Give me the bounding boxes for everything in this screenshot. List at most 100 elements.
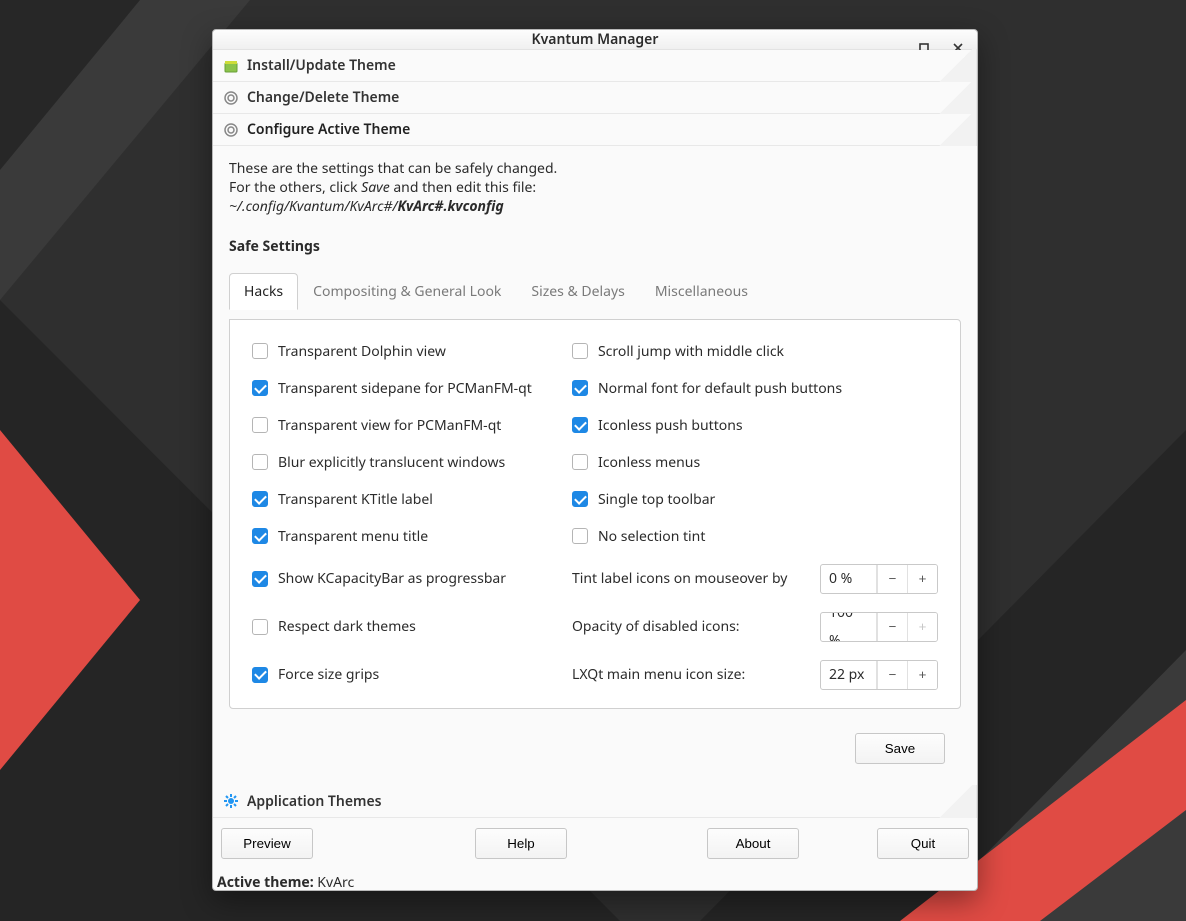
section-label: Install/Update Theme (247, 56, 396, 75)
spinbox-value[interactable]: 22 px (821, 661, 877, 689)
spinner-label: Opacity of disabled icons: (572, 617, 740, 636)
hacks-pane: Transparent Dolphin view Transparent sid… (229, 319, 961, 709)
checkbox[interactable] (572, 491, 588, 507)
spinbox-value[interactable]: 0 % (821, 565, 877, 593)
check-transparent-menu-title[interactable]: Transparent menu title (252, 527, 552, 546)
section-install-update-theme[interactable]: Install/Update Theme (213, 50, 977, 82)
app-window: Kvantum Manager Install/Update Theme (212, 29, 978, 891)
spinbox-plus: + (907, 613, 937, 641)
check-label: Show KCapacityBar as progressbar (278, 569, 506, 588)
check-no-selection-tint[interactable]: No selection tint (572, 527, 938, 546)
spinbox-value[interactable]: 100 % (821, 612, 877, 642)
checkbox[interactable] (252, 454, 268, 470)
check-transparent-dolphin-view[interactable]: Transparent Dolphin view (252, 342, 552, 361)
check-label: Force size grips (278, 665, 379, 684)
preview-button[interactable]: Preview (221, 828, 313, 859)
tab-hacks[interactable]: Hacks (229, 273, 298, 310)
check-label: Single top toolbar (598, 490, 715, 509)
checkbox[interactable] (572, 380, 588, 396)
titlebar[interactable]: Kvantum Manager (213, 30, 977, 50)
spinbox-minus[interactable]: − (877, 613, 907, 641)
checkbox[interactable] (572, 528, 588, 544)
check-label: Transparent KTitle label (278, 490, 433, 509)
spinbox[interactable]: 100 % − + (820, 612, 938, 642)
gear-icon (223, 793, 239, 809)
tab-miscellaneous[interactable]: Miscellaneous (640, 273, 763, 310)
check-blur-translucent-windows[interactable]: Blur explicitly translucent windows (252, 453, 552, 472)
section-label: Configure Active Theme (247, 120, 410, 139)
check-single-top-toolbar[interactable]: Single top toolbar (572, 490, 938, 509)
check-iconless-push-buttons[interactable]: Iconless push buttons (572, 416, 938, 435)
safe-settings-title: Safe Settings (229, 237, 961, 256)
checkbox[interactable] (252, 619, 268, 635)
spinner-label: Tint label icons on mouseover by (572, 569, 787, 588)
checkbox[interactable] (252, 667, 268, 683)
spinner-label: LXQt main menu icon size: (572, 665, 745, 684)
intro-line-1: These are the settings that can be safel… (229, 160, 961, 179)
spinbox-minus[interactable]: − (877, 565, 907, 593)
save-button[interactable]: Save (855, 733, 945, 764)
check-label: Transparent Dolphin view (278, 342, 446, 361)
help-button[interactable]: Help (475, 828, 567, 859)
check-label: No selection tint (598, 527, 705, 546)
check-label: Transparent menu title (278, 527, 428, 546)
check-label: Respect dark themes (278, 617, 416, 636)
window-title: Kvantum Manager (532, 30, 659, 49)
checkbox[interactable] (252, 528, 268, 544)
checkbox[interactable] (252, 343, 268, 359)
checkbox[interactable] (572, 343, 588, 359)
about-button[interactable]: About (707, 828, 799, 859)
checkbox[interactable] (252, 417, 268, 433)
spinbox[interactable]: 0 % − + (820, 564, 938, 594)
check-label: Scroll jump with middle click (598, 342, 784, 361)
check-normal-font-push-buttons[interactable]: Normal font for default push buttons (572, 379, 938, 398)
quit-button[interactable]: Quit (877, 828, 969, 859)
check-respect-dark-themes[interactable]: Respect dark themes (252, 612, 552, 642)
tab-sizes-delays[interactable]: Sizes & Delays (516, 273, 639, 310)
spinner-opacity-disabled-icons: Opacity of disabled icons: 100 % − + (572, 612, 938, 642)
check-label: Iconless menus (598, 453, 700, 472)
footer-buttons: Preview Help About Quit (213, 818, 977, 867)
check-iconless-menus[interactable]: Iconless menus (572, 453, 938, 472)
check-transparent-view-pcmanfm[interactable]: Transparent view for PCManFM-qt (252, 416, 552, 435)
check-transparent-ktitle[interactable]: Transparent KTitle label (252, 490, 552, 509)
checkbox[interactable] (252, 380, 268, 396)
checkbox[interactable] (572, 417, 588, 433)
spinbox-plus[interactable]: + (907, 565, 937, 593)
check-label: Transparent view for PCManFM-qt (278, 416, 501, 435)
configure-body: These are the settings that can be safel… (213, 146, 977, 782)
check-kcapacitybar-progressbar[interactable]: Show KCapacityBar as progressbar (252, 564, 552, 594)
desktop-background: Kvantum Manager Install/Update Theme (0, 0, 1186, 921)
check-label: Normal font for default push buttons (598, 379, 842, 398)
check-label: Iconless push buttons (598, 416, 743, 435)
check-scroll-jump-middle[interactable]: Scroll jump with middle click (572, 342, 938, 361)
window-content: Install/Update Theme Change/Delete Theme… (213, 50, 977, 898)
spiral-icon (223, 122, 239, 138)
package-icon (223, 58, 239, 74)
section-label: Application Themes (247, 792, 382, 811)
section-application-themes[interactable]: Application Themes (213, 786, 977, 818)
spiral-icon (223, 90, 239, 106)
spinner-tint-label-icons: Tint label icons on mouseover by 0 % − + (572, 564, 938, 594)
intro-line-2: For the others, click Save and then edit… (229, 179, 961, 198)
section-change-delete-theme[interactable]: Change/Delete Theme (213, 82, 977, 114)
checkbox[interactable] (252, 491, 268, 507)
spinbox-minus[interactable]: − (877, 661, 907, 689)
checkbox[interactable] (572, 454, 588, 470)
status-value: KvArc (317, 873, 354, 892)
section-label: Change/Delete Theme (247, 88, 399, 107)
status-label: Active theme: (217, 873, 314, 892)
check-label: Transparent sidepane for PCManFM-qt (278, 379, 532, 398)
check-transparent-sidepane-pcmanfm[interactable]: Transparent sidepane for PCManFM-qt (252, 379, 552, 398)
section-configure-active-theme[interactable]: Configure Active Theme (213, 114, 977, 146)
save-row: Save (229, 719, 961, 772)
tab-compositing[interactable]: Compositing & General Look (298, 273, 516, 310)
checkbox[interactable] (252, 571, 268, 587)
intro-text: These are the settings that can be safel… (229, 160, 961, 217)
check-label: Blur explicitly translucent windows (278, 453, 505, 472)
spinbox[interactable]: 22 px − + (820, 660, 938, 690)
spinner-lxqt-icon-size: LXQt main menu icon size: 22 px − + (572, 660, 938, 690)
spinbox-plus[interactable]: + (907, 661, 937, 689)
check-force-size-grips[interactable]: Force size grips (252, 660, 552, 690)
intro-path: ~/.config/Kvantum/KvArc#/KvArc#.kvconfig (229, 198, 961, 217)
